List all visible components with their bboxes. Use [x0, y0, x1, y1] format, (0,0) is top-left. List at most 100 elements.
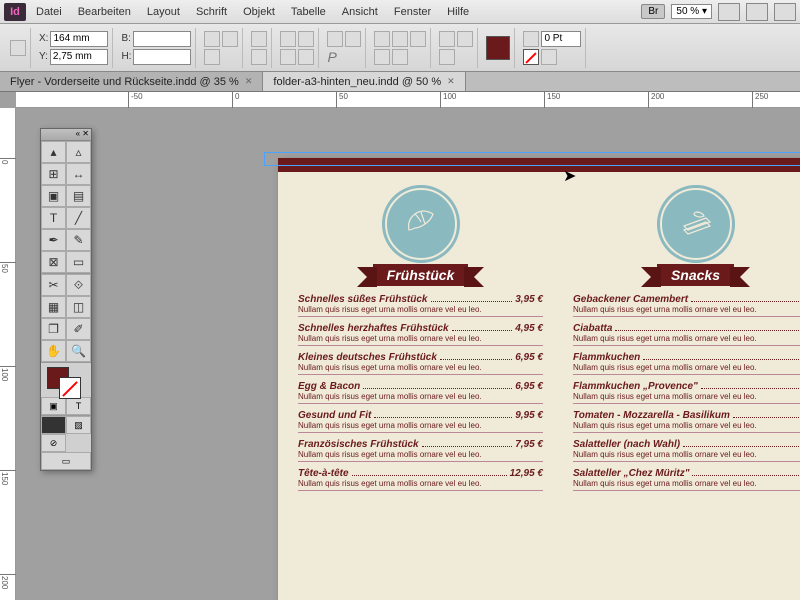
apply-color-icon[interactable]: [41, 416, 66, 434]
rectangle-frame-tool[interactable]: ⊠: [41, 251, 66, 273]
formatting-text-icon[interactable]: T: [66, 397, 91, 415]
paragraph-style-icon[interactable]: P: [327, 49, 336, 65]
scale-y-icon[interactable]: [204, 49, 220, 65]
menu-schrift[interactable]: Schrift: [188, 3, 235, 21]
item-desc: Nullam quis risus eget urna mollis ornar…: [573, 334, 800, 343]
reference-point-icon[interactable]: [10, 40, 26, 56]
document-tab[interactable]: folder-a3-hinten_neu.indd @ 50 %✕: [263, 72, 465, 91]
stroke-none-icon[interactable]: [523, 49, 539, 65]
ruler-horizontal[interactable]: -50050100150200250: [16, 92, 800, 108]
scale-link-icon[interactable]: [222, 31, 238, 47]
line-tool[interactable]: ╱: [66, 207, 91, 229]
menu-ansicht[interactable]: Ansicht: [334, 3, 386, 21]
stroke-weight-field[interactable]: [541, 31, 581, 47]
close-icon[interactable]: ✕: [447, 76, 455, 87]
panel-grip[interactable]: « ✕: [41, 129, 91, 141]
x-field[interactable]: [50, 31, 108, 47]
selection-frame[interactable]: [264, 152, 800, 166]
menu-hilfe[interactable]: Hilfe: [439, 3, 477, 21]
stroke-style-icon[interactable]: [541, 49, 557, 65]
zoom-field[interactable]: 50 % ▾: [671, 4, 712, 19]
formatting-container-icon[interactable]: ▣: [41, 397, 66, 415]
apply-gradient-icon[interactable]: ▨: [66, 416, 91, 434]
item-desc: Nullam quis risus eget urna mollis ornar…: [298, 334, 543, 343]
gradient-swatch-tool[interactable]: ▦: [41, 296, 66, 318]
eyedropper-tool[interactable]: ✐: [66, 318, 91, 340]
note-tool[interactable]: ❐: [41, 318, 66, 340]
menu-bearbeiten[interactable]: Bearbeiten: [70, 3, 139, 21]
page-tool[interactable]: ⊞: [41, 163, 66, 185]
menu-fenster[interactable]: Fenster: [386, 3, 439, 21]
menu-item: Flammkuchen „Provence"Nullam quis risus …: [573, 381, 800, 404]
item-price: 12,95 €: [510, 468, 543, 479]
rotate-icon[interactable]: [251, 31, 267, 47]
fill-swatch[interactable]: [486, 36, 510, 60]
workspace[interactable]: « ✕ ▴ ▵ ⊞ ↔ ▣ ▤ T ╱ ✒ ✎ ⊠ ▭ ✂ ⟐ ▦ ◫ ❐ ✐ …: [16, 108, 800, 600]
flip-h-icon[interactable]: [280, 49, 296, 65]
wrap-none-icon[interactable]: [374, 31, 390, 47]
item-desc: Nullam quis risus eget urna mollis ornar…: [298, 450, 543, 459]
ruler-vertical[interactable]: 050100150200: [0, 108, 16, 600]
shear-icon[interactable]: [251, 49, 267, 65]
rotate-cw-icon[interactable]: [280, 31, 296, 47]
wrap-next-icon[interactable]: [392, 49, 408, 65]
content-collector-tool[interactable]: ▣: [41, 185, 66, 207]
item-desc: Nullam quis risus eget urna mollis ornar…: [573, 479, 800, 488]
screen-mode-icon[interactable]: [746, 3, 768, 21]
view-mode-icon[interactable]: ▭: [41, 452, 91, 470]
menu-layout[interactable]: Layout: [139, 3, 188, 21]
menu-objekt[interactable]: Objekt: [235, 3, 283, 21]
menu-item: Tête-à-tête12,95 €Nullam quis risus eget…: [298, 468, 543, 491]
wrap-shape-icon[interactable]: [410, 31, 426, 47]
pen-tool[interactable]: ✒: [41, 229, 66, 251]
selection-tool[interactable]: ▴: [41, 141, 66, 163]
effects-icon[interactable]: [457, 31, 473, 47]
apply-none-icon[interactable]: ⊘: [41, 434, 66, 452]
w-field[interactable]: [133, 31, 191, 47]
fill-stroke-swatch[interactable]: [41, 363, 91, 397]
scissors-tool[interactable]: ✂: [41, 274, 66, 296]
opacity-icon[interactable]: [439, 49, 455, 65]
hand-tool[interactable]: ✋: [41, 340, 66, 362]
item-desc: Nullam quis risus eget urna mollis ornar…: [573, 421, 800, 430]
content-placer-tool[interactable]: ▤: [66, 185, 91, 207]
document-page[interactable]: Frühstück Schnelles süßes Frühstück3,95 …: [278, 158, 800, 600]
bridge-button[interactable]: Br: [641, 4, 665, 19]
arrange-icon[interactable]: [774, 3, 796, 21]
flip-v-icon[interactable]: [298, 49, 314, 65]
close-icon[interactable]: ✕: [245, 76, 253, 87]
h-label: H:: [121, 51, 131, 62]
document-tab[interactable]: Flyer - Vorderseite und Rückseite.indd @…: [0, 72, 263, 91]
corner-icon[interactable]: [439, 31, 455, 47]
pencil-tool[interactable]: ✎: [66, 229, 91, 251]
y-field[interactable]: [50, 49, 108, 65]
wrap-jump-icon[interactable]: [374, 49, 390, 65]
direct-selection-tool[interactable]: ▵: [66, 141, 91, 163]
type-tool[interactable]: T: [41, 207, 66, 229]
item-desc: Nullam quis risus eget urna mollis ornar…: [573, 392, 800, 401]
menu-item: CiabattaNullam quis risus eget urna moll…: [573, 323, 800, 346]
content-icon[interactable]: [345, 31, 361, 47]
free-transform-tool[interactable]: ⟐: [66, 274, 91, 296]
view-options-icon[interactable]: [718, 3, 740, 21]
item-name: Flammkuchen: [573, 352, 640, 363]
item-name: Ciabatta: [573, 323, 612, 334]
menu-tabelle[interactable]: Tabelle: [283, 3, 334, 21]
item-name: Tête-à-tête: [298, 468, 349, 479]
gap-tool[interactable]: ↔: [66, 163, 91, 185]
w-label: B:: [121, 33, 130, 44]
scale-x-icon[interactable]: [204, 31, 220, 47]
zoom-tool[interactable]: 🔍: [66, 340, 91, 362]
container-icon[interactable]: [327, 31, 343, 47]
menu-item: Kleines deutsches Frühstück6,95 €Nullam …: [298, 352, 543, 375]
menu-item: Tomaten - Mozzarella - BasilikumNullam q…: [573, 410, 800, 433]
menu-item: Egg & Bacon6,95 €Nullam quis risus eget …: [298, 381, 543, 404]
wrap-bound-icon[interactable]: [392, 31, 408, 47]
stroke-color-icon[interactable]: [59, 377, 81, 399]
h-field[interactable]: [133, 49, 191, 65]
rectangle-tool[interactable]: ▭: [66, 251, 91, 273]
menu-datei[interactable]: Datei: [28, 3, 70, 21]
item-name: Kleines deutsches Frühstück: [298, 352, 437, 363]
rotate-ccw-icon[interactable]: [298, 31, 314, 47]
gradient-feather-tool[interactable]: ◫: [66, 296, 91, 318]
